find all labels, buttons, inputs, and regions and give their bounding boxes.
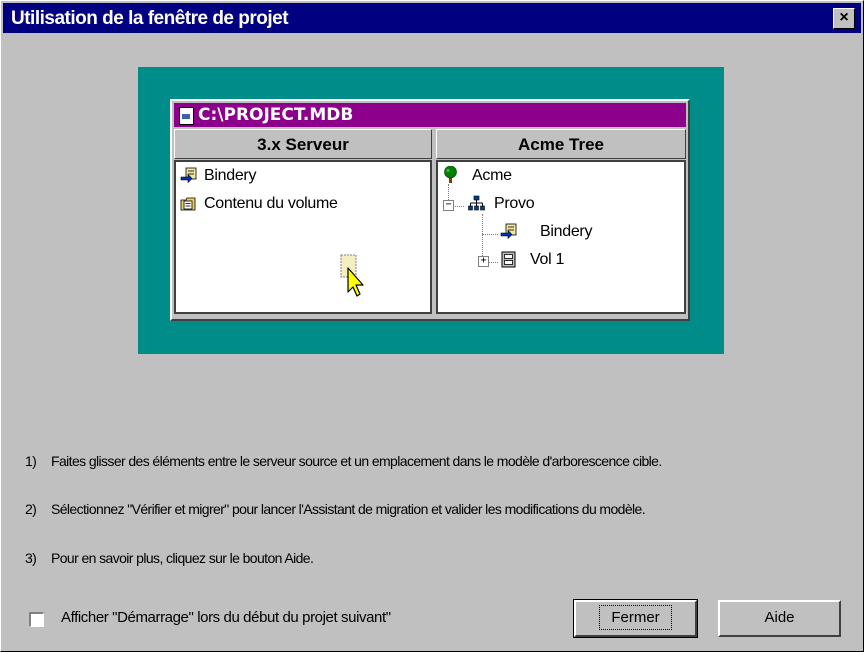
close-button[interactable]: × bbox=[833, 8, 855, 29]
dialog-title-bar[interactable]: Utilisation de la fenêtre de projet × bbox=[3, 3, 861, 33]
list-item-label: Contenu du volume bbox=[204, 195, 338, 212]
tree-item-label: Bindery bbox=[540, 223, 593, 240]
instruction-text: Pour en savoir plus, cliquez sur le bout… bbox=[51, 550, 314, 566]
bindery-icon bbox=[180, 167, 197, 184]
help-button-label: Aide bbox=[764, 609, 795, 626]
close-dialog-button[interactable]: Fermer bbox=[573, 599, 698, 638]
startup-checkbox[interactable] bbox=[29, 612, 44, 627]
close-icon: × bbox=[839, 9, 849, 26]
instruction-3: 3) Pour en savoir plus, cliquez sur le bo… bbox=[25, 550, 314, 566]
dialog-window: Utilisation de la fenêtre de projet × C:… bbox=[0, 0, 864, 652]
tree-item-label: Vol 1 bbox=[530, 251, 565, 268]
instruction-2: 2) Sélectionnez "Vérifier et migrer" pour… bbox=[25, 501, 646, 517]
right-pane: Acme − Provo Bindery + Vol 1 bbox=[436, 160, 686, 314]
volume-contents-icon bbox=[180, 197, 196, 211]
document-icon bbox=[179, 107, 194, 125]
collapse-toggle[interactable]: − bbox=[443, 200, 454, 211]
project-window-title: C:\PROJECT.MDB bbox=[198, 105, 354, 125]
org-unit-icon bbox=[468, 195, 485, 211]
tree-connector bbox=[482, 234, 498, 235]
volume-icon bbox=[501, 251, 516, 268]
instruction-1: 1) Faites glisser des éléments entre le s… bbox=[25, 453, 662, 469]
tree-item-label: Acme bbox=[472, 167, 512, 184]
tree-item-label: Provo bbox=[494, 195, 535, 212]
bindery-icon bbox=[500, 223, 517, 240]
dialog-title: Utilisation de la fenêtre de projet bbox=[11, 8, 289, 29]
project-window-illustration: C:\PROJECT.MDB 3.x Serveur Bindery Conte… bbox=[170, 99, 690, 321]
right-pane-header: Acme Tree bbox=[436, 129, 686, 159]
instruction-text: Faites glisser des éléments entre le ser… bbox=[51, 453, 662, 469]
left-pane-header: 3.x Serveur bbox=[174, 129, 432, 159]
instruction-number: 1) bbox=[25, 453, 37, 469]
close-dialog-button-label: Fermer bbox=[599, 605, 672, 630]
instruction-number: 3) bbox=[25, 550, 37, 566]
list-item-label: Bindery bbox=[204, 167, 257, 184]
illustration-backdrop: C:\PROJECT.MDB 3.x Serveur Bindery Conte… bbox=[138, 67, 724, 354]
drag-cursor-icon bbox=[340, 254, 364, 297]
tree-icon bbox=[444, 166, 457, 183]
startup-checkbox-label[interactable]: Afficher "Démarrage" lors du début du pr… bbox=[61, 609, 391, 626]
project-window-title-bar: C:\PROJECT.MDB bbox=[174, 103, 686, 127]
help-button[interactable]: Aide bbox=[718, 600, 841, 637]
instruction-number: 2) bbox=[25, 501, 37, 517]
expand-toggle[interactable]: + bbox=[478, 256, 489, 267]
left-pane: Bindery Contenu du volume bbox=[174, 160, 432, 314]
instruction-text: Sélectionnez "Vérifier et migrer" pour l… bbox=[51, 501, 646, 517]
